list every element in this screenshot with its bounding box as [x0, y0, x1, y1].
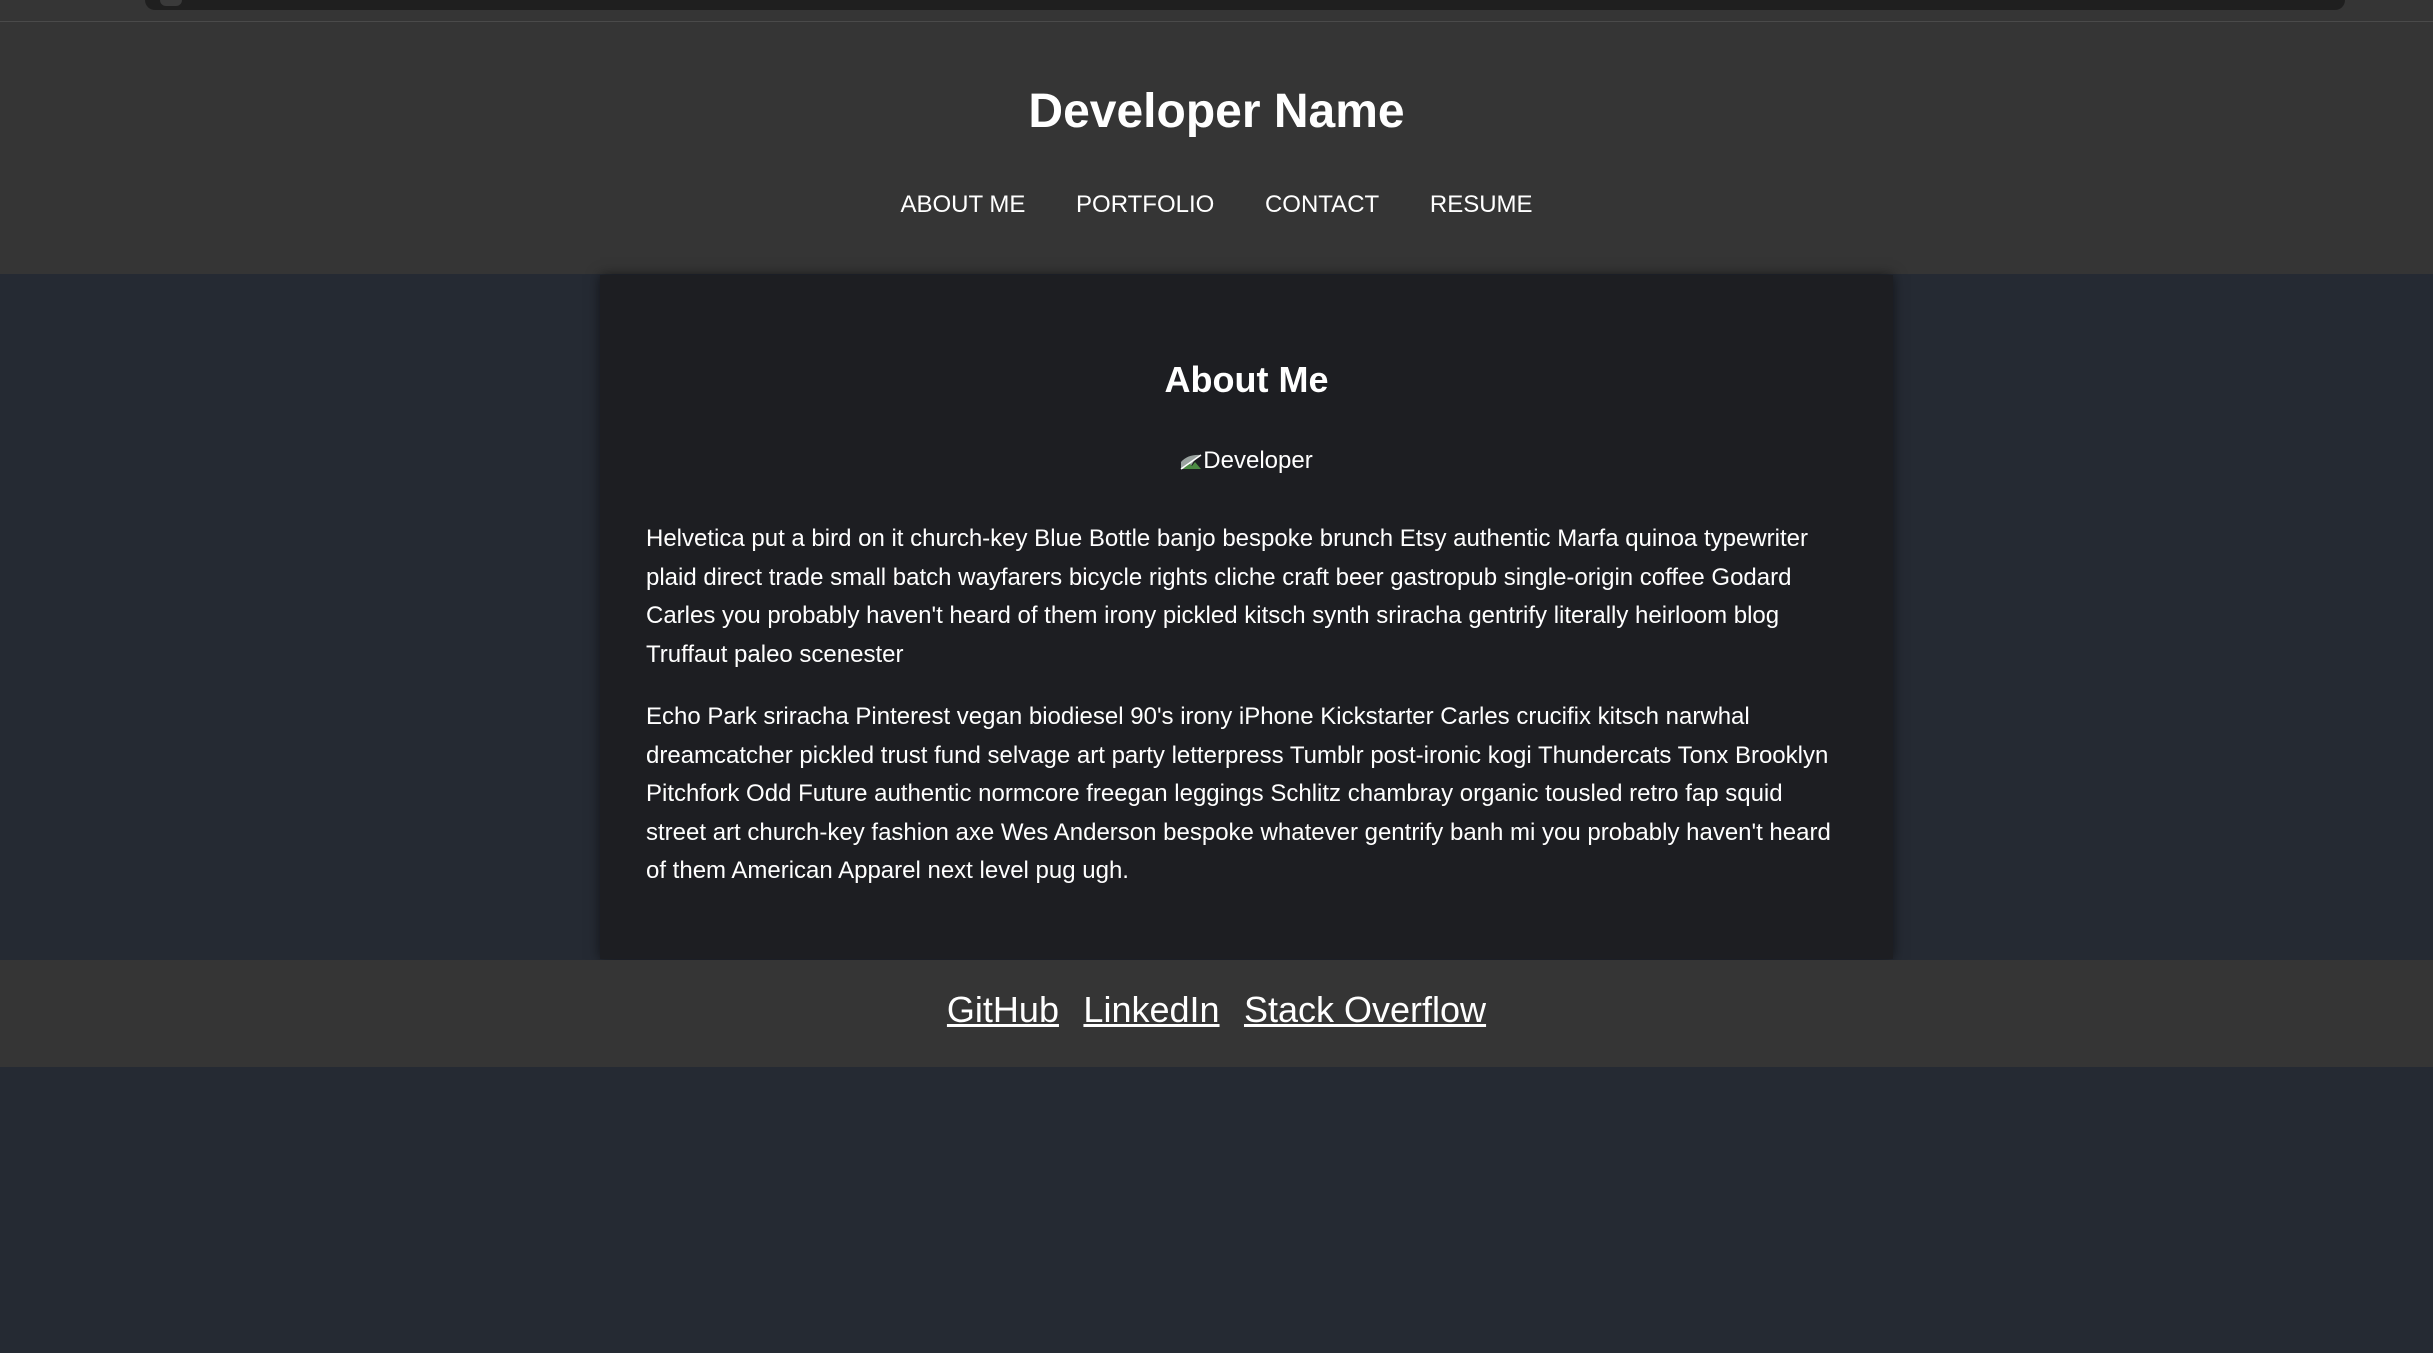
broken-image-icon	[1180, 454, 1202, 470]
site-title: Developer Name	[1028, 85, 1405, 138]
horizontal-scrollbar[interactable]	[145, 0, 2345, 10]
linkedin-link[interactable]: LinkedIn	[1083, 989, 1219, 1030]
nav-link-about-me[interactable]: ABOUT ME	[900, 191, 1025, 218]
nav-link-portfolio[interactable]: PORTFOLIO	[1076, 191, 1214, 218]
browser-top-bar	[0, 0, 2433, 22]
developer-image: Developer	[600, 446, 1893, 476]
about-card: About Me Developer Helvetica put a bird …	[600, 275, 1893, 959]
developer-image-alt: Developer	[1203, 447, 1313, 474]
about-paragraph-2: Echo Park sriracha Pinterest vegan biodi…	[646, 703, 1831, 884]
main-nav: ABOUT ME PORTFOLIO CONTACT RESUME	[0, 190, 2433, 220]
nav-link-resume[interactable]: RESUME	[1430, 191, 1533, 218]
nav-link-contact[interactable]: CONTACT	[1265, 191, 1379, 218]
site-footer: GitHub LinkedIn Stack Overflow	[0, 960, 2433, 1067]
scrollbar-thumb[interactable]	[160, 0, 182, 6]
stack-overflow-link[interactable]: Stack Overflow	[1244, 989, 1486, 1030]
site-header: Developer Name ABOUT ME PORTFOLIO CONTAC…	[0, 22, 2433, 274]
about-title: About Me	[1164, 359, 1329, 400]
about-paragraph-1: Helvetica put a bird on it church-key Bl…	[646, 525, 1808, 668]
github-link[interactable]: GitHub	[947, 989, 1059, 1030]
